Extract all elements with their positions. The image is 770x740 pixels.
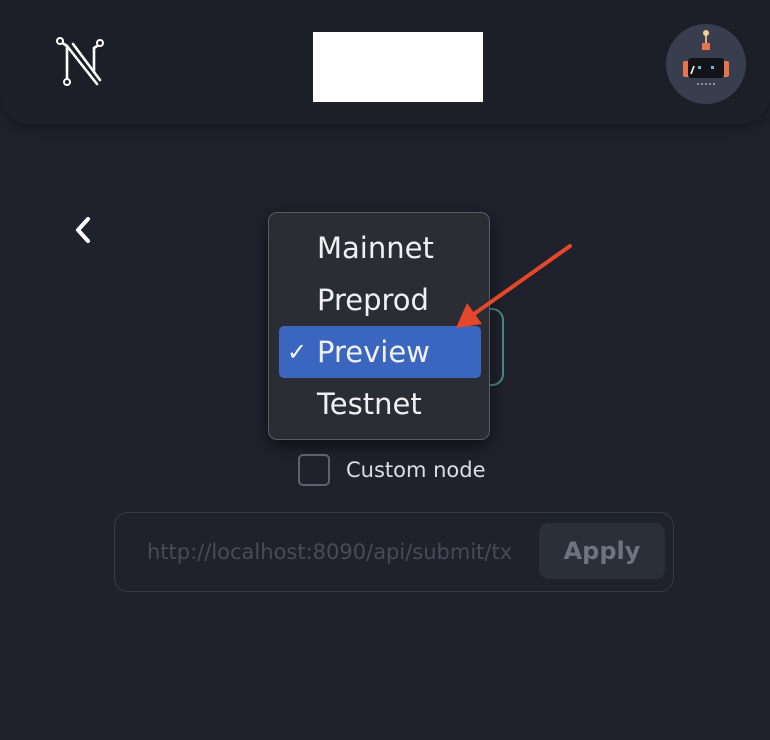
title-placeholder-box: [313, 32, 483, 102]
robot-avatar-icon[interactable]: [666, 24, 746, 104]
option-label: Preview: [317, 335, 430, 369]
network-dropdown-menu: Mainnet Preprod ✓ Preview Testnet: [268, 212, 490, 440]
app-header: [0, 0, 770, 124]
option-label: Mainnet: [317, 231, 434, 265]
n-circuit-logo-icon[interactable]: [54, 36, 106, 90]
checkmark-icon: ✓: [287, 338, 308, 366]
dropdown-option-preprod[interactable]: Preprod: [279, 274, 481, 326]
option-label: Testnet: [317, 387, 422, 421]
dropdown-option-preview[interactable]: ✓ Preview: [279, 326, 481, 378]
settings-page: Mainnet Preprod ✓ Preview Testnet Custom…: [0, 0, 770, 740]
chevron-left-icon: [76, 217, 90, 243]
back-button[interactable]: [62, 208, 102, 252]
dropdown-option-testnet[interactable]: Testnet: [279, 378, 481, 430]
custom-node-label: Custom node: [346, 458, 486, 482]
custom-node-checkbox[interactable]: [298, 454, 330, 486]
node-url-input[interactable]: [147, 533, 529, 571]
node-url-field: Apply: [114, 512, 674, 592]
custom-node-row: Custom node: [298, 454, 498, 486]
apply-button[interactable]: Apply: [539, 523, 665, 579]
dropdown-option-mainnet[interactable]: Mainnet: [279, 222, 481, 274]
option-label: Preprod: [317, 283, 429, 317]
